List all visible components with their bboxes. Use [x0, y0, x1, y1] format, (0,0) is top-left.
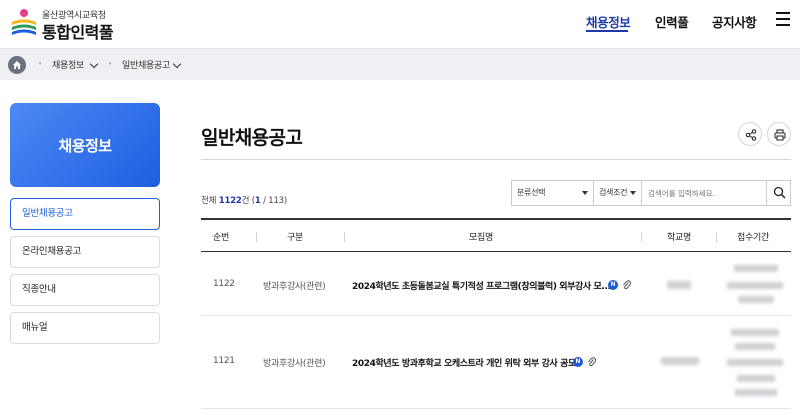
chevron-down-icon[interactable] — [172, 59, 182, 69]
column-header-no: 순번 — [213, 233, 229, 243]
share-icon[interactable] — [738, 122, 762, 146]
school-name-redacted — [661, 357, 699, 365]
breadcrumb-item-jobs[interactable]: 채용정보 — [52, 58, 84, 71]
period-redacted — [731, 329, 779, 336]
breadcrumb-separator: • — [38, 60, 43, 68]
row-title-link[interactable]: 2024학년도 초등돌봄교실 특기적성 프로그램(창의블럭) 외부강사 모... — [352, 279, 611, 292]
title-divider — [201, 159, 791, 160]
chevron-down-icon — [630, 191, 636, 195]
column-divider — [256, 232, 257, 242]
chevron-down-icon — [582, 191, 588, 195]
nav-item-notices[interactable]: 공지사항 — [712, 12, 757, 31]
row-type: 방과후강사(관련) — [263, 359, 326, 369]
period-redacted — [737, 375, 775, 382]
sidebar-item-online-jobs[interactable]: 온라인채용공고 — [10, 236, 160, 268]
page-current: 1 — [254, 196, 261, 206]
home-icon[interactable] — [8, 56, 26, 74]
table-row[interactable]: 1122 방과후강사(관련) 2024학년도 초등돌봄교실 특기적성 프로그램(… — [201, 252, 791, 316]
period-redacted — [734, 265, 778, 272]
row-type: 방과후강사(관련) — [263, 282, 326, 292]
total-unit: 건 — [241, 196, 250, 206]
attachment-icon[interactable] — [587, 356, 596, 367]
total-count: 전체 1122건 (1 / 113) — [201, 196, 288, 206]
sidebar-item-manual[interactable]: 매뉴얼 — [10, 312, 160, 344]
school-name-redacted — [667, 281, 691, 289]
column-divider — [716, 232, 717, 242]
new-badge: N — [608, 280, 618, 290]
breadcrumb: • 채용정보 • 일반채용공고 — [0, 48, 800, 80]
breadcrumb-separator: • — [108, 60, 113, 68]
site-header: 울산광역시교육청 통합인력풀 채용정보 인력풀 공지사항 — [0, 0, 800, 48]
column-divider — [344, 232, 345, 242]
nav-active-indicator — [586, 30, 628, 32]
period-redacted — [727, 359, 783, 366]
logo-mark-icon — [12, 9, 36, 35]
column-header-school: 학교명 — [667, 233, 691, 243]
menu-icon[interactable] — [776, 12, 790, 26]
table-header: 순번 구분 모집명 학교명 접수기간 — [201, 218, 791, 252]
row-title-link[interactable]: 2024학년도 방과후학교 오케스트라 개인 위탁 외부 강사 공모 — [352, 356, 576, 369]
search-bar: 분류선택 검색조건 — [511, 180, 791, 206]
new-badge: N — [573, 357, 583, 367]
total-number: 1122 — [218, 196, 242, 206]
column-divider — [641, 232, 642, 242]
search-input[interactable] — [642, 181, 767, 205]
page-total: 113 — [268, 196, 284, 206]
period-redacted — [735, 343, 775, 350]
search-icon[interactable] — [766, 181, 790, 205]
condition-select[interactable]: 검색조건 — [594, 181, 642, 205]
condition-select-value: 검색조건 — [599, 188, 628, 197]
table-row[interactable]: 1121 방과후강사(관련) 2024학년도 방과후학교 오케스트라 개인 위탁… — [201, 317, 791, 409]
row-number: 1121 — [213, 356, 235, 366]
nav-item-talent-pool[interactable]: 인력풀 — [655, 12, 689, 31]
category-select-value: 분류선택 — [517, 188, 546, 197]
period-redacted — [735, 389, 777, 396]
sidebar-item-job-types[interactable]: 직종안내 — [10, 274, 160, 306]
column-header-title: 모집명 — [469, 233, 493, 243]
print-icon[interactable] — [767, 122, 791, 146]
period-redacted — [738, 296, 774, 303]
page-title: 일반채용공고 — [201, 127, 303, 149]
attachment-icon[interactable] — [622, 279, 631, 290]
sidebar-item-general-jobs[interactable]: 일반채용공고 — [10, 198, 160, 230]
column-header-period: 접수기간 — [737, 233, 769, 243]
chevron-down-icon[interactable] — [89, 59, 99, 69]
column-header-type: 구분 — [287, 233, 303, 243]
breadcrumb-item-general[interactable]: 일반채용공고 — [122, 58, 170, 71]
sidebar-title: 채용정보 — [10, 103, 160, 187]
nav-item-jobs[interactable]: 채용정보 — [586, 12, 631, 31]
logo-title: 통합인력풀 — [42, 23, 114, 42]
row-number: 1122 — [213, 279, 235, 289]
total-label: 전체 — [201, 196, 217, 206]
site-logo[interactable]: 울산광역시교육청 통합인력풀 — [8, 6, 138, 42]
category-select[interactable]: 분류선택 — [512, 181, 594, 205]
period-redacted — [727, 282, 783, 289]
